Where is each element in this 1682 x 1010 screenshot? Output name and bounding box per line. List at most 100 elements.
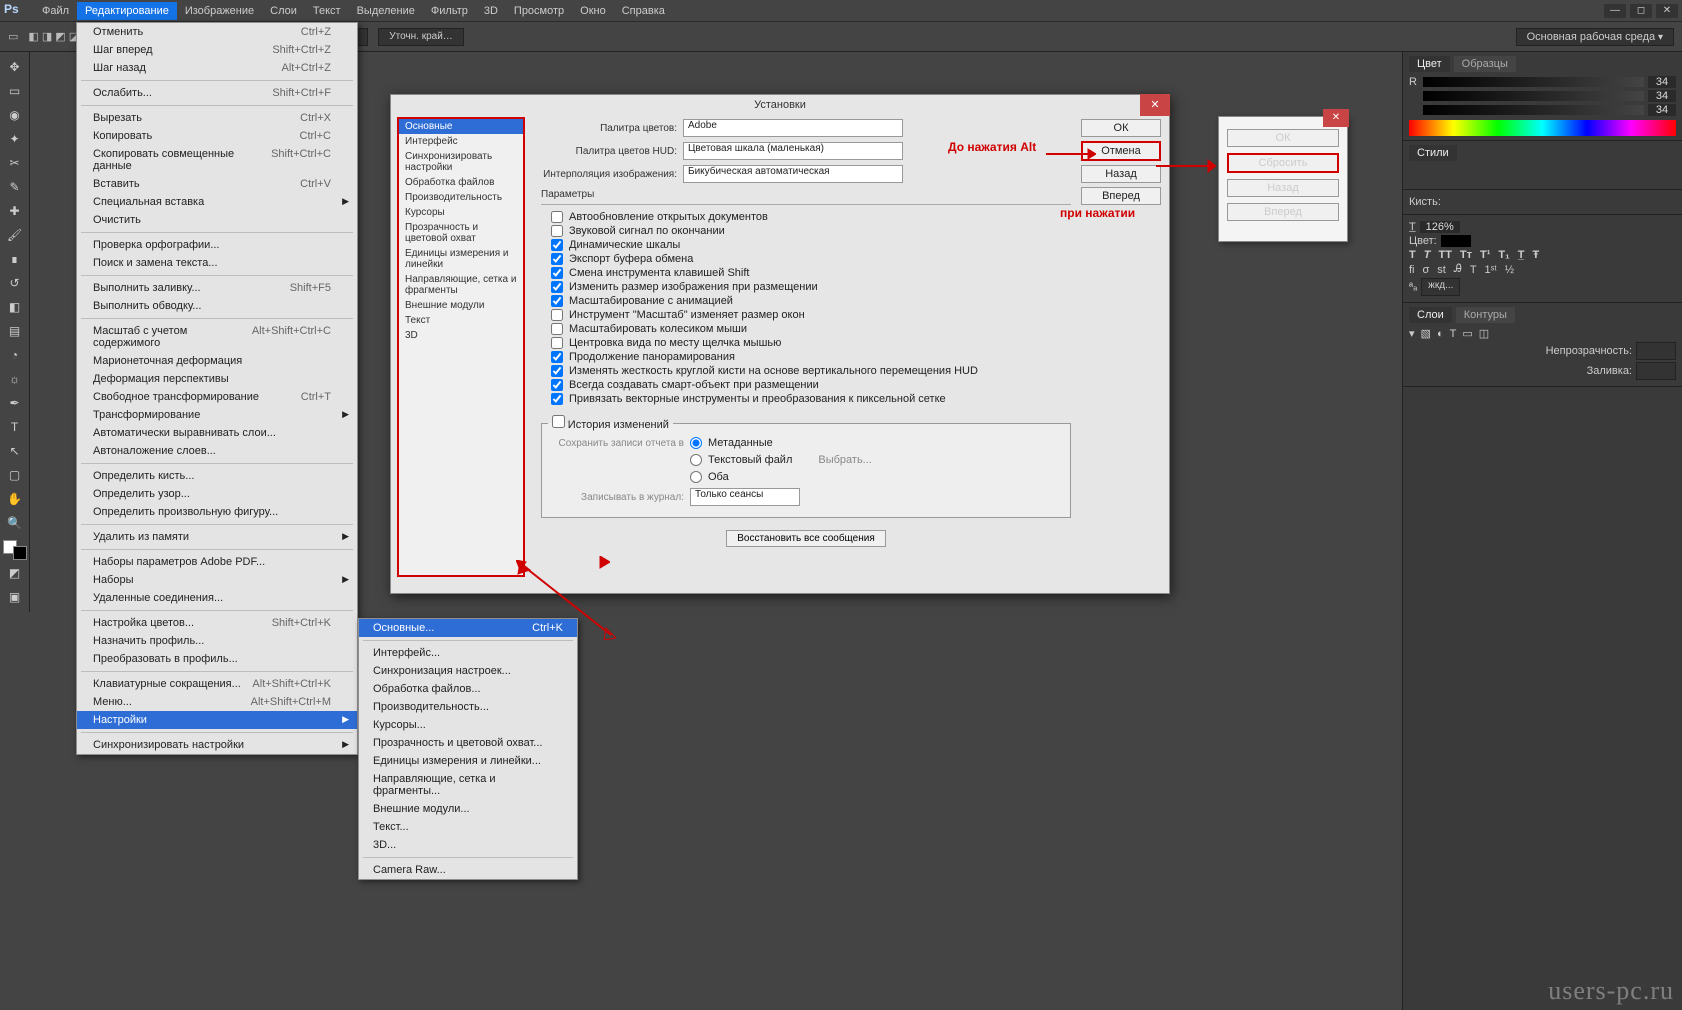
- strike-icon[interactable]: Ŧ: [1532, 249, 1539, 261]
- menu-select[interactable]: Выделение: [349, 2, 423, 20]
- menu-view[interactable]: Просмотр: [506, 2, 572, 20]
- category-item[interactable]: 3D: [399, 328, 523, 343]
- ligature-icon[interactable]: σ: [1423, 264, 1430, 276]
- category-item[interactable]: Единицы измерения и линейки: [399, 246, 523, 272]
- g-slider[interactable]: [1423, 91, 1644, 101]
- submenu-item[interactable]: Направляющие, сетка и фрагменты...: [359, 770, 577, 800]
- background-swatch[interactable]: [13, 546, 27, 560]
- option-checkbox[interactable]: [551, 225, 563, 237]
- option-checkbox[interactable]: [551, 267, 563, 279]
- stamp-tool[interactable]: ∎: [2, 248, 28, 270]
- option-checkbox-row[interactable]: Изменять жесткость круглой кисти на осно…: [551, 365, 1071, 377]
- anno-reset-button[interactable]: Сбросить: [1227, 153, 1339, 173]
- anno-next-button[interactable]: Вперед: [1227, 203, 1339, 221]
- option-checkbox[interactable]: [551, 281, 563, 293]
- submenu-item[interactable]: Обработка файлов...: [359, 680, 577, 698]
- fraction-icon[interactable]: ½: [1505, 264, 1514, 276]
- option-checkbox-row[interactable]: Динамические шкалы: [551, 239, 1071, 251]
- submenu-item[interactable]: Синхронизация настроек...: [359, 662, 577, 680]
- menu-edit[interactable]: Редактирование: [77, 2, 177, 20]
- menu-help[interactable]: Справка: [614, 2, 673, 20]
- eraser-tool[interactable]: ◧: [2, 296, 28, 318]
- refine-edge-button[interactable]: Уточн. край…: [378, 28, 464, 46]
- filter-img-icon[interactable]: ▧: [1421, 327, 1431, 340]
- heal-tool[interactable]: ✚: [2, 200, 28, 222]
- lasso-tool[interactable]: ◉: [2, 104, 28, 126]
- wand-tool[interactable]: ✦: [2, 128, 28, 150]
- menu-text[interactable]: Текст: [305, 2, 349, 20]
- menu-item[interactable]: Очистить: [77, 211, 357, 229]
- menu-item[interactable]: ВырезатьCtrl+X: [77, 109, 357, 127]
- menu-item[interactable]: Свободное трансформированиеCtrl+T: [77, 388, 357, 406]
- submenu-item[interactable]: Основные...Ctrl+K: [359, 619, 577, 637]
- option-checkbox-row[interactable]: Всегда создавать смарт-объект при размещ…: [551, 379, 1071, 391]
- option-checkbox-row[interactable]: Продолжение панорамирования: [551, 351, 1071, 363]
- menu-item[interactable]: Автоналожение слоев...: [77, 442, 357, 460]
- menu-window[interactable]: Окно: [572, 2, 614, 20]
- category-item[interactable]: Внешние модули: [399, 298, 523, 313]
- menu-item[interactable]: Определить узор...: [77, 485, 357, 503]
- bold-icon[interactable]: T: [1409, 249, 1416, 261]
- b-value[interactable]: 34: [1648, 104, 1676, 116]
- option-checkbox-row[interactable]: Звуковой сигнал по окончании: [551, 225, 1071, 237]
- maximize-button[interactable]: ◻: [1630, 4, 1652, 18]
- menu-item[interactable]: Автоматически выравнивать слои...: [77, 424, 357, 442]
- color-swatch[interactable]: [3, 540, 27, 560]
- menu-item[interactable]: Удаленные соединения...: [77, 589, 357, 607]
- option-checkbox[interactable]: [551, 309, 563, 321]
- menu-item[interactable]: Скопировать совмещенные данныеShift+Ctrl…: [77, 145, 357, 175]
- option-checkbox-row[interactable]: Смена инструмента клавишей Shift: [551, 267, 1071, 279]
- option-checkbox-row[interactable]: Инструмент "Масштаб" изменяет размер око…: [551, 309, 1071, 321]
- spectrum-bar[interactable]: [1409, 120, 1676, 136]
- interp-select[interactable]: Бикубическая автоматическая: [683, 165, 903, 183]
- titling-icon[interactable]: T: [1470, 264, 1477, 276]
- menu-item[interactable]: Удалить из памяти▶: [77, 528, 357, 546]
- submenu-item[interactable]: Camera Raw...: [359, 861, 577, 879]
- menu-item[interactable]: Шаг назадAlt+Ctrl+Z: [77, 59, 357, 77]
- menu-item[interactable]: Наборы параметров Adobe PDF...: [77, 553, 357, 571]
- r-slider[interactable]: [1423, 77, 1644, 87]
- prev-button[interactable]: Назад: [1081, 165, 1161, 183]
- menu-item[interactable]: Настройка цветов...Shift+Ctrl+K: [77, 614, 357, 632]
- option-checkbox[interactable]: [551, 393, 563, 405]
- filter-smart-icon[interactable]: ◫: [1479, 327, 1489, 340]
- menu-3d[interactable]: 3D: [476, 2, 506, 20]
- menu-item[interactable]: Специальная вставка▶: [77, 193, 357, 211]
- submenu-item[interactable]: Производительность...: [359, 698, 577, 716]
- option-checkbox[interactable]: [551, 379, 563, 391]
- log-select[interactable]: Только сеансы: [690, 488, 800, 506]
- category-item[interactable]: Направляющие, сетка и фрагменты: [399, 272, 523, 298]
- menu-file[interactable]: Файл: [34, 2, 77, 20]
- option-checkbox-row[interactable]: Привязать векторные инструменты и преобр…: [551, 393, 1071, 405]
- option-checkbox[interactable]: [551, 351, 563, 363]
- crop-tool[interactable]: ✂: [2, 152, 28, 174]
- submenu-item[interactable]: Интерфейс...: [359, 644, 577, 662]
- menu-filter[interactable]: Фильтр: [423, 2, 476, 20]
- menu-item[interactable]: ВставитьCtrl+V: [77, 175, 357, 193]
- superscript-icon[interactable]: T¹: [1480, 249, 1490, 261]
- anno-close-icon[interactable]: ✕: [1323, 109, 1349, 127]
- ok-button[interactable]: ОК: [1081, 119, 1161, 137]
- tab-paths[interactable]: Контуры: [1456, 307, 1515, 323]
- italic-icon[interactable]: T: [1424, 249, 1431, 261]
- option-checkbox-row[interactable]: Масштабирование с анимацией: [551, 295, 1071, 307]
- submenu-item[interactable]: Курсоры...: [359, 716, 577, 734]
- category-item[interactable]: Текст: [399, 313, 523, 328]
- submenu-item[interactable]: Единицы измерения и линейки...: [359, 752, 577, 770]
- option-checkbox[interactable]: [551, 211, 563, 223]
- g-value[interactable]: 34: [1648, 90, 1676, 102]
- next-button[interactable]: Вперед: [1081, 187, 1161, 205]
- filter-adj-icon[interactable]: ◐: [1437, 328, 1444, 340]
- zoom-value[interactable]: 126%: [1420, 221, 1460, 233]
- submenu-item[interactable]: Внешние модули...: [359, 800, 577, 818]
- eyedropper-tool[interactable]: ✎: [2, 176, 28, 198]
- category-item[interactable]: Прозрачность и цветовой охват: [399, 220, 523, 246]
- submenu-item[interactable]: Прозрачность и цветовой охват...: [359, 734, 577, 752]
- swash-icon[interactable]: Ꭿ: [1454, 263, 1462, 276]
- history-brush-tool[interactable]: ↺: [2, 272, 28, 294]
- opacity-input[interactable]: [1636, 342, 1676, 360]
- hand-tool[interactable]: ✋: [2, 488, 28, 510]
- gradient-tool[interactable]: ▤: [2, 320, 28, 342]
- menu-item[interactable]: Синхронизировать настройки▶: [77, 736, 357, 754]
- subscript-icon[interactable]: T₁: [1498, 249, 1509, 261]
